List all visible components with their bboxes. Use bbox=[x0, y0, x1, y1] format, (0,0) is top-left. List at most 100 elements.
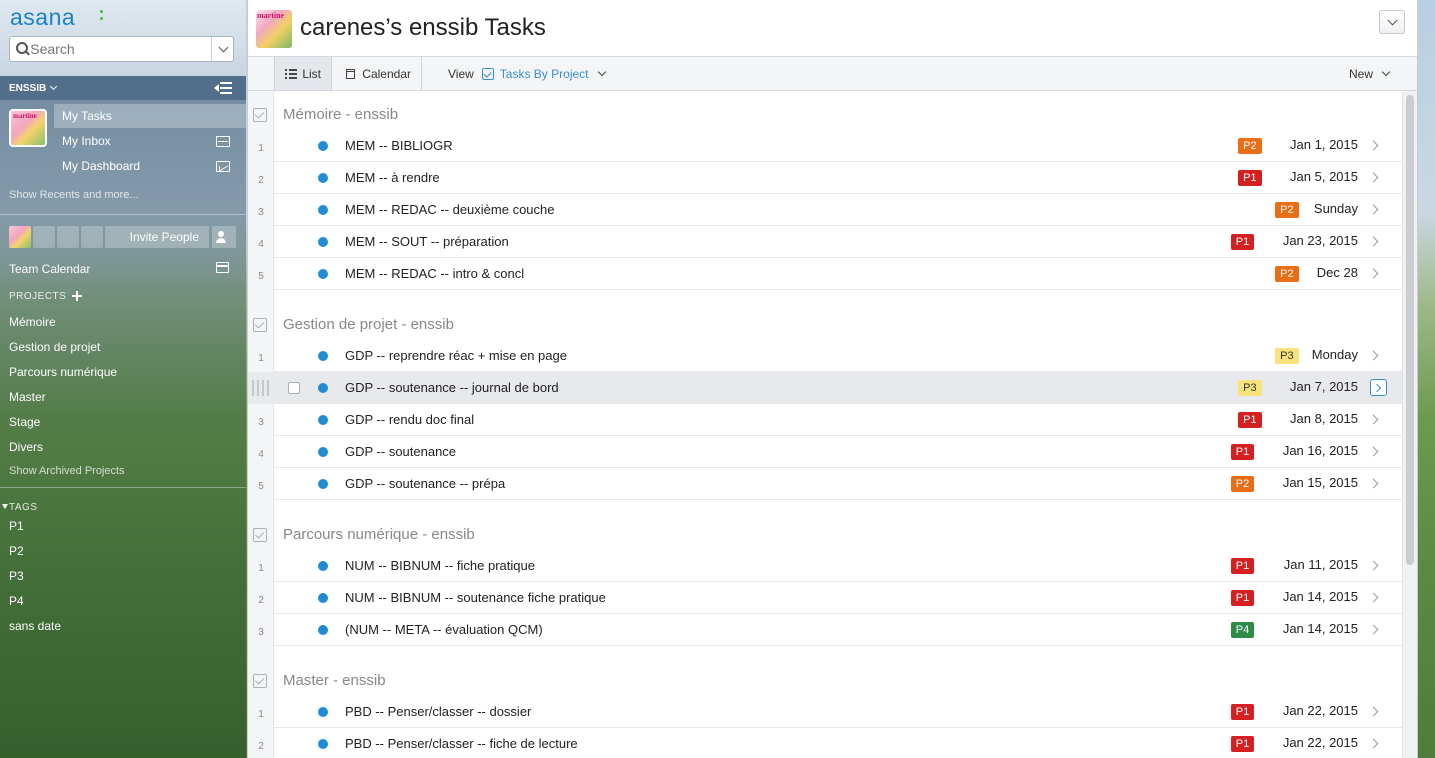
priority-tag[interactable]: P1 bbox=[1230, 704, 1255, 720]
calendar-icon[interactable] bbox=[216, 262, 229, 273]
task-row[interactable]: 4 GDP -- soutenance P1 Jan 16, 2015 bbox=[248, 436, 1403, 468]
chevron-right-icon[interactable] bbox=[1368, 140, 1379, 151]
due-date[interactable]: Jan 23, 2015 bbox=[1258, 233, 1358, 248]
chevron-right-icon[interactable] bbox=[1368, 624, 1379, 635]
task-name[interactable]: (NUM -- META -- évaluation QCM) bbox=[345, 622, 543, 637]
invite-people-button[interactable]: Invite People bbox=[105, 226, 209, 248]
scrollbar[interactable] bbox=[1402, 91, 1417, 758]
task-row[interactable]: 3 (NUM -- META -- évaluation QCM) P4 Jan 14… bbox=[248, 614, 1403, 646]
task-row[interactable]: 1 GDP -- reprendre réac + mise en page P3 M… bbox=[248, 340, 1403, 372]
chevron-right-icon[interactable] bbox=[1368, 204, 1379, 215]
section-header[interactable]: Parcours numérique - enssib bbox=[248, 518, 1403, 550]
team-member-slot[interactable] bbox=[57, 226, 79, 248]
asana-logo[interactable]: asana bbox=[10, 4, 75, 31]
due-date[interactable]: Jan 16, 2015 bbox=[1258, 443, 1358, 458]
add-project-icon[interactable] bbox=[72, 291, 82, 301]
chevron-right-icon[interactable] bbox=[1368, 350, 1379, 361]
task-row[interactable]: 5 GDP -- soutenance -- prépa P2 Jan 15, 201… bbox=[248, 468, 1403, 500]
drag-handle-icon[interactable] bbox=[252, 380, 270, 396]
task-row[interactable]: 3 GDP -- rendu doc final P1 Jan 8, 2015 bbox=[248, 404, 1403, 436]
people-icon[interactable] bbox=[212, 226, 236, 248]
project-link[interactable]: Divers bbox=[9, 440, 43, 454]
priority-tag[interactable]: P2 bbox=[1230, 476, 1255, 492]
task-name[interactable]: GDP -- rendu doc final bbox=[345, 412, 474, 427]
nav-my-dashboard[interactable]: My Dashboard bbox=[54, 154, 246, 178]
chevron-right-icon[interactable] bbox=[1368, 738, 1379, 749]
chevron-right-icon[interactable] bbox=[1368, 706, 1379, 717]
task-name[interactable]: PBD -- Penser/classer -- dossier bbox=[345, 704, 531, 719]
new-button[interactable]: New bbox=[1349, 57, 1391, 90]
due-date[interactable]: Jan 1, 2015 bbox=[1258, 137, 1358, 152]
due-date[interactable]: Sunday bbox=[1258, 201, 1358, 216]
team-member-slot[interactable] bbox=[33, 226, 55, 248]
task-row[interactable]: 4 MEM -- SOUT -- préparation P1 Jan 23, 201… bbox=[248, 226, 1403, 258]
tags-toggle-icon[interactable] bbox=[2, 504, 8, 509]
chevron-right-icon[interactable] bbox=[1368, 414, 1379, 425]
due-date[interactable]: Monday bbox=[1258, 347, 1358, 362]
team-member-slot[interactable] bbox=[81, 226, 103, 248]
task-checkbox[interactable] bbox=[288, 382, 300, 394]
priority-tag[interactable]: P1 bbox=[1230, 444, 1255, 460]
chevron-right-icon[interactable] bbox=[1368, 560, 1379, 571]
search-input[interactable] bbox=[28, 38, 212, 60]
task-name[interactable]: MEM -- BIBLIOGR bbox=[345, 138, 453, 153]
task-row[interactable]: 3 MEM -- REDAC -- deuxième couche P2 Sunday bbox=[248, 194, 1403, 226]
show-recents-link[interactable]: Show Recents and more... bbox=[9, 189, 139, 201]
chevron-right-icon[interactable] bbox=[1368, 592, 1379, 603]
user-avatar[interactable] bbox=[9, 109, 47, 147]
scrollbar-thumb[interactable] bbox=[1406, 95, 1414, 565]
open-task-arrow-icon[interactable] bbox=[1370, 379, 1387, 396]
due-date[interactable]: Jan 22, 2015 bbox=[1258, 703, 1358, 718]
task-name[interactable]: PBD -- Penser/classer -- fiche de lectur… bbox=[345, 736, 578, 751]
task-row[interactable]: 2 PBD -- Penser/classer -- fiche de lectu… bbox=[248, 728, 1403, 758]
due-date[interactable]: Jan 11, 2015 bbox=[1258, 557, 1358, 572]
chevron-right-icon[interactable] bbox=[1368, 478, 1379, 489]
task-name[interactable]: GDP -- soutenance bbox=[345, 444, 456, 459]
due-date[interactable]: Jan 22, 2015 bbox=[1258, 735, 1358, 750]
priority-tag[interactable]: P4 bbox=[1230, 622, 1255, 638]
team-member-avatar[interactable] bbox=[9, 226, 31, 248]
chevron-right-icon[interactable] bbox=[1368, 446, 1379, 457]
priority-tag[interactable]: P1 bbox=[1230, 558, 1255, 574]
project-link[interactable]: Gestion de projet bbox=[9, 340, 100, 354]
chevron-right-icon[interactable] bbox=[1368, 268, 1379, 279]
view-selector[interactable]: View Tasks By Project bbox=[448, 57, 606, 90]
task-name[interactable]: GDP -- soutenance -- journal de bord bbox=[345, 380, 559, 395]
section-header[interactable]: Mémoire - enssib bbox=[248, 98, 1403, 130]
project-link[interactable]: Parcours numérique bbox=[9, 365, 117, 379]
tag-link[interactable]: P3 bbox=[9, 569, 24, 583]
task-name[interactable]: NUM -- BIBNUM -- fiche pratique bbox=[345, 558, 535, 573]
show-archived-link[interactable]: Show Archived Projects bbox=[9, 465, 125, 477]
tag-link[interactable]: sans date bbox=[9, 619, 61, 633]
nav-my-tasks[interactable]: My Tasks bbox=[54, 104, 246, 128]
due-date[interactable]: Jan 5, 2015 bbox=[1258, 169, 1358, 184]
search-box[interactable] bbox=[9, 36, 234, 62]
section-check-icon[interactable] bbox=[253, 108, 267, 122]
section-check-icon[interactable] bbox=[253, 528, 267, 542]
due-date[interactable]: Jan 14, 2015 bbox=[1258, 589, 1358, 604]
task-name[interactable]: NUM -- BIBNUM -- soutenance fiche pratiq… bbox=[345, 590, 606, 605]
task-name[interactable]: MEM -- REDAC -- intro & concl bbox=[345, 266, 524, 281]
priority-tag[interactable]: P1 bbox=[1230, 590, 1255, 606]
task-name[interactable]: MEM -- à rendre bbox=[345, 170, 440, 185]
project-link[interactable]: Stage bbox=[9, 415, 40, 429]
nav-my-inbox[interactable]: My Inbox bbox=[54, 129, 246, 153]
collapse-sidebar-icon[interactable] bbox=[214, 82, 232, 94]
section-check-icon[interactable] bbox=[253, 674, 267, 688]
task-row[interactable]: 2 MEM -- à rendre P1 Jan 5, 2015 bbox=[248, 162, 1403, 194]
task-row[interactable]: GDP -- soutenance -- journal de bord P3 Ja… bbox=[248, 372, 1403, 404]
task-row[interactable]: 2 NUM -- BIBNUM -- soutenance fiche prati… bbox=[248, 582, 1403, 614]
section-header[interactable]: Master - enssib bbox=[248, 664, 1403, 696]
section-header[interactable]: Gestion de projet - enssib bbox=[248, 308, 1403, 340]
task-name[interactable]: GDP -- reprendre réac + mise en page bbox=[345, 348, 567, 363]
task-name[interactable]: MEM -- REDAC -- deuxième couche bbox=[345, 202, 555, 217]
tag-link[interactable]: P4 bbox=[9, 594, 24, 608]
chevron-right-icon[interactable] bbox=[1368, 236, 1379, 247]
task-row[interactable]: 1 MEM -- BIBLIOGR P2 Jan 1, 2015 bbox=[248, 130, 1403, 162]
task-name[interactable]: MEM -- SOUT -- préparation bbox=[345, 234, 509, 249]
due-date[interactable]: Dec 28 bbox=[1258, 265, 1358, 280]
task-name[interactable]: GDP -- soutenance -- prépa bbox=[345, 476, 505, 491]
due-date[interactable]: Jan 8, 2015 bbox=[1258, 411, 1358, 426]
project-link[interactable]: Mémoire bbox=[9, 315, 56, 329]
tag-link[interactable]: P1 bbox=[9, 519, 24, 533]
